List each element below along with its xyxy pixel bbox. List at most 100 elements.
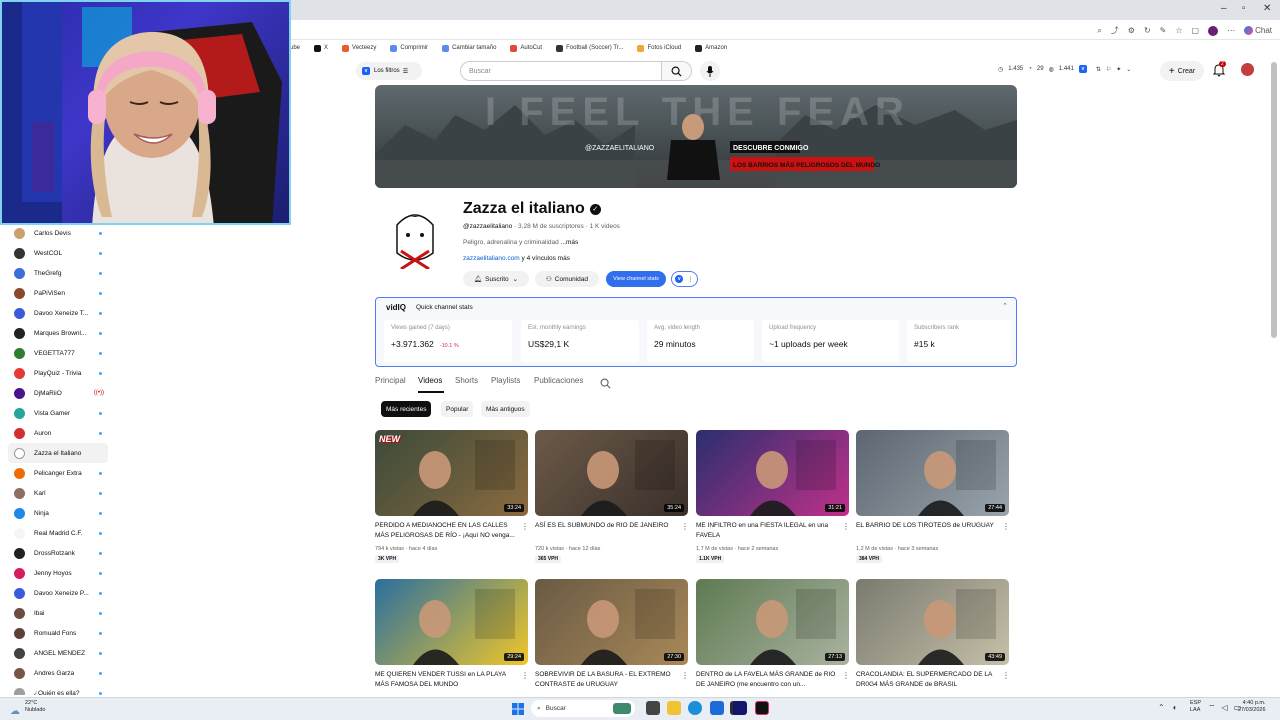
sidebar-item[interactable]: Karl bbox=[8, 483, 108, 503]
sidebar-item[interactable]: ¿Quién es ella? bbox=[8, 683, 108, 695]
tab-videos[interactable]: Videos bbox=[418, 376, 442, 385]
tray-chevron-icon[interactable]: ⌃ bbox=[1158, 703, 1165, 712]
edge-icon[interactable] bbox=[688, 701, 702, 715]
volume-icon[interactable]: ◁ bbox=[1222, 703, 1228, 713]
video-thumbnail[interactable]: 43:49 bbox=[856, 579, 1009, 665]
sidebar-item[interactable]: PlayQuiz - Trivia bbox=[8, 363, 108, 383]
store-icon[interactable] bbox=[710, 701, 724, 715]
video-menu-icon[interactable]: ⋮ bbox=[1002, 671, 1010, 680]
video-menu-icon[interactable]: ⋮ bbox=[842, 522, 850, 531]
community-button[interactable]: ⚇ Comunidad bbox=[535, 271, 599, 287]
sidebar-item[interactable]: Andres Garza bbox=[8, 663, 108, 683]
puzzle-icon[interactable]: ✎ bbox=[1160, 26, 1167, 35]
video-title[interactable]: EL BARRIO DE LOS TIROTEOS de URUGUAY bbox=[856, 521, 996, 531]
video-title[interactable]: SOBREVIVIR DE LA BASURA - EL EXTREMO CON… bbox=[535, 670, 675, 690]
more-links-text[interactable]: y 4 vínculos más bbox=[522, 255, 570, 262]
sidebar-item[interactable]: Real Madrid C.F. bbox=[8, 523, 108, 543]
bookmark-item[interactable]: X bbox=[314, 44, 328, 52]
maximize-icon[interactable]: ▫ bbox=[1242, 3, 1246, 14]
channel-website-link[interactable]: zazzaelitaliano.com bbox=[463, 255, 520, 262]
favorite-icon[interactable]: ☆ bbox=[1175, 26, 1182, 35]
video-thumbnail[interactable]: 27:13 bbox=[696, 579, 849, 665]
subscribed-button[interactable]: 🔔︎ Suscrito ⌄ bbox=[463, 271, 529, 287]
search-button[interactable] bbox=[662, 61, 692, 81]
sidebar-item[interactable]: Zazza el Italiano bbox=[8, 443, 108, 463]
video-thumbnail[interactable]: 27:44 bbox=[856, 430, 1009, 516]
video-title[interactable]: ME INFILTRO en una FIESTA ILEGAL en una … bbox=[696, 521, 836, 541]
tool-icon[interactable]: ⚐ bbox=[1106, 66, 1111, 73]
sidebar-item[interactable]: DrossRotzank bbox=[8, 543, 108, 563]
collections-icon[interactable]: ▢ bbox=[1192, 26, 1200, 35]
profile-icon[interactable] bbox=[1208, 25, 1219, 36]
video-title[interactable]: ASÍ ES EL SUBMUNDO de RIO DE JANEIRO bbox=[535, 521, 675, 531]
more-icon[interactable]: ⋯ bbox=[1227, 26, 1235, 35]
reload-icon[interactable]: ↻ bbox=[1144, 26, 1151, 35]
sidebar-item[interactable]: ANGEL MENDEZ bbox=[8, 643, 108, 663]
start-button[interactable] bbox=[512, 702, 524, 720]
close-icon[interactable]: ✕ bbox=[1263, 3, 1271, 14]
sidebar-item[interactable]: Auron bbox=[8, 423, 108, 443]
magic-icon[interactable]: ✦ bbox=[1116, 66, 1121, 73]
bookmark-item[interactable]: Amazon bbox=[695, 44, 727, 52]
sort-recent-chip[interactable]: Más recientes bbox=[381, 401, 432, 417]
video-thumbnail[interactable]: 35:24 bbox=[535, 430, 688, 516]
sidebar-item[interactable]: Jenny Hoyos bbox=[8, 563, 108, 583]
vidiq-button-icon[interactable]: v bbox=[1078, 65, 1087, 73]
channel-description[interactable]: Peligro, adrenalina y criminalidad ...má… bbox=[463, 239, 578, 246]
tiktok-icon[interactable] bbox=[755, 701, 769, 715]
share-icon[interactable]: ⤴ bbox=[1111, 25, 1119, 36]
sidebar-item[interactable]: DjMaRiiO ((•)) bbox=[8, 383, 108, 403]
chart-icon[interactable]: ⇅ bbox=[1096, 66, 1101, 73]
video-menu-icon[interactable]: ⋮ bbox=[521, 671, 529, 680]
collapse-icon[interactable]: ⌃ bbox=[1002, 302, 1008, 310]
copilot-icon[interactable]: Chat bbox=[1244, 26, 1272, 35]
bookmark-item[interactable]: Cambiar tamaño bbox=[442, 44, 496, 52]
weather-widget[interactable]: ☁ bbox=[10, 701, 20, 719]
sort-oldest-chip[interactable]: Más antiguos bbox=[481, 401, 530, 417]
video-menu-icon[interactable]: ⋮ bbox=[1002, 522, 1010, 531]
video-thumbnail[interactable]: NEW 33:24 bbox=[375, 430, 528, 516]
video-thumbnail[interactable]: 31:21 bbox=[696, 430, 849, 516]
language-indicator[interactable]: ESP LAA bbox=[1190, 700, 1201, 714]
channel-search-button[interactable] bbox=[600, 376, 611, 394]
sidebar-item[interactable]: Pelicanger Extra bbox=[8, 463, 108, 483]
settings-icon[interactable]: ⌄ bbox=[1126, 66, 1131, 73]
zoom-icon[interactable]: ⌕ bbox=[1097, 26, 1101, 36]
page-scrollbar[interactable] bbox=[1271, 62, 1277, 338]
account-avatar[interactable] bbox=[1241, 63, 1254, 76]
video-thumbnail[interactable]: 29:24 bbox=[375, 579, 528, 665]
extension-icon[interactable]: ⚙ bbox=[1128, 26, 1135, 35]
filters-chip[interactable]: v Los filtros ☰ bbox=[356, 62, 422, 80]
channel-avatar[interactable] bbox=[387, 205, 443, 271]
sidebar-item[interactable]: Davoo Xeneize T... bbox=[8, 303, 108, 323]
sidebar-item[interactable]: Carlos Devis bbox=[8, 225, 108, 243]
sidebar-item[interactable]: Vista Gamer bbox=[8, 403, 108, 423]
bookmark-item[interactable]: Football (Soccer) Tr... bbox=[556, 44, 623, 52]
address-bar[interactable]: ⌕ ⤴ ⚙ ↻ ✎ ☆ ▢ ⋯ Chat bbox=[290, 20, 1280, 40]
video-menu-icon[interactable]: ⋮ bbox=[681, 522, 689, 531]
view-channel-stats-button[interactable]: View channel stats bbox=[606, 271, 666, 287]
video-title[interactable]: CRACOLANDIA: EL SUPERMERCADO DE LA DR0G4… bbox=[856, 670, 996, 690]
sort-popular-chip[interactable]: Popular bbox=[441, 401, 474, 417]
bookmark-item[interactable]: Comprimir bbox=[390, 44, 428, 52]
vidiq-more-button[interactable]: v ⋮ bbox=[671, 271, 698, 287]
premiere-icon[interactable] bbox=[733, 701, 747, 715]
sidebar-item[interactable]: Davoo Xeneize P... bbox=[8, 583, 108, 603]
video-thumbnail[interactable]: 27:30 bbox=[535, 579, 688, 665]
voice-search-button[interactable] bbox=[700, 61, 720, 81]
video-menu-icon[interactable]: ⋮ bbox=[681, 671, 689, 680]
sidebar-item[interactable]: TheGrefg bbox=[8, 263, 108, 283]
minimize-icon[interactable]: – bbox=[1221, 3, 1227, 14]
video-menu-icon[interactable]: ⋮ bbox=[521, 522, 529, 531]
taskbar-search[interactable]: ⌕ Buscar bbox=[531, 700, 635, 717]
video-title[interactable]: PERDIDO A MEDIANOCHE EN LAS CALLES MÁS P… bbox=[375, 521, 515, 541]
tab-publicaciones[interactable]: Publicaciones bbox=[534, 376, 583, 385]
bookmark-item[interactable]: ube bbox=[290, 45, 300, 51]
bookmark-item[interactable]: AutoCut bbox=[510, 44, 542, 52]
sidebar-item[interactable]: Ibai bbox=[8, 603, 108, 623]
sidebar-item[interactable]: Romuald Fons bbox=[8, 623, 108, 643]
bookmark-item[interactable]: Vecteezy bbox=[342, 44, 376, 52]
video-title[interactable]: DENTRO de LA FAVELA MÁS GRANDE de RIO DE… bbox=[696, 670, 836, 690]
tab-shorts[interactable]: Shorts bbox=[455, 376, 478, 385]
more-link[interactable]: ...más bbox=[561, 239, 579, 246]
